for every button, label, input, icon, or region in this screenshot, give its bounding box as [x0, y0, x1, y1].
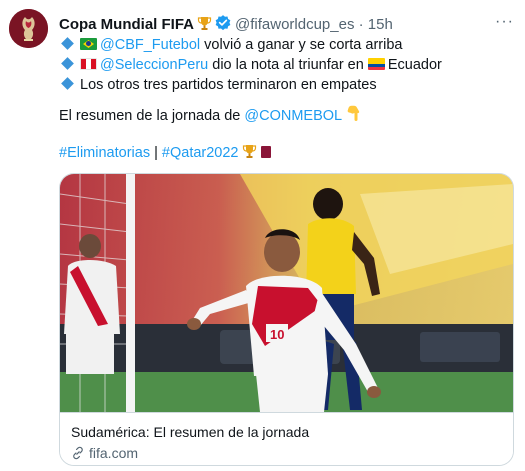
more-icon[interactable]: ···: [495, 13, 514, 31]
fifa-logo-icon: [9, 9, 48, 48]
line-text: dio la nota al triunfar en: [208, 57, 368, 73]
qatar-flag-icon: [260, 146, 271, 158]
card-footer[interactable]: Sudamérica: El resumen de la jornada fif…: [60, 412, 513, 465]
diamond-icon: [61, 77, 74, 90]
tweet-text: @CBF_Futebol volvió a ganar y se corta a…: [59, 35, 442, 95]
separator-dot: ·: [358, 16, 364, 33]
card-domain-row: fifa.com: [71, 444, 138, 462]
diamond-icon: [61, 57, 74, 70]
avatar[interactable]: [9, 9, 48, 48]
mention-peru[interactable]: @SeleccionPeru: [100, 57, 208, 73]
tweet-timestamp[interactable]: 15h: [368, 16, 393, 33]
pipe-separator: |: [150, 145, 162, 161]
author-handle[interactable]: @fifaworldcup_es: [235, 16, 354, 33]
card-image[interactable]: Qualifi: [60, 174, 513, 412]
hashtag-paragraph: #Eliminatorias | #Qatar2022: [59, 143, 274, 163]
peru-flag-icon: [80, 58, 97, 70]
ecuador-flag-icon: [367, 58, 385, 70]
author-name[interactable]: Copa Mundial FIFA: [59, 16, 194, 33]
verified-badge-icon: [215, 15, 231, 31]
tweet-header: Copa Mundial FIFA @fifaworldcup_es · 15h …: [59, 13, 514, 33]
pointing-down-icon: [347, 105, 360, 121]
svg-text:10: 10: [270, 327, 284, 342]
link-icon: [73, 446, 83, 460]
trophy-icon: [242, 145, 256, 158]
mention-conmebol[interactable]: @CONMEBOL: [244, 108, 342, 124]
hashtag-qatar2022[interactable]: #Qatar2022: [162, 145, 239, 161]
card-domain[interactable]: fifa.com: [89, 445, 138, 461]
card-title[interactable]: Sudamérica: El resumen de la jornada: [71, 423, 309, 441]
brazil-flag-icon: [80, 38, 97, 50]
tweet-line: @CBF_Futebol volvió a ganar y se corta a…: [59, 35, 442, 55]
line-text: volvió a ganar y se corta arriba: [200, 37, 403, 53]
trophy-icon: [197, 17, 212, 30]
line-text: Los otros tres partidos terminaron en em…: [80, 77, 377, 93]
line-suffix: Ecuador: [387, 57, 442, 73]
hashtag-eliminatorias[interactable]: #Eliminatorias: [59, 145, 150, 161]
diamond-icon: [61, 37, 74, 50]
tweet-line: @SeleccionPeru dio la nota al triunfar e…: [59, 55, 442, 75]
summary-paragraph: El resumen de la jornada de @CONMEBOL: [59, 105, 362, 126]
summary-text: El resumen de la jornada de: [59, 108, 245, 124]
link-card[interactable]: Qualifi: [59, 173, 514, 466]
tweet-line: Los otros tres partidos terminaron en em…: [59, 75, 442, 95]
mention-cbf[interactable]: @CBF_Futebol: [100, 37, 200, 53]
